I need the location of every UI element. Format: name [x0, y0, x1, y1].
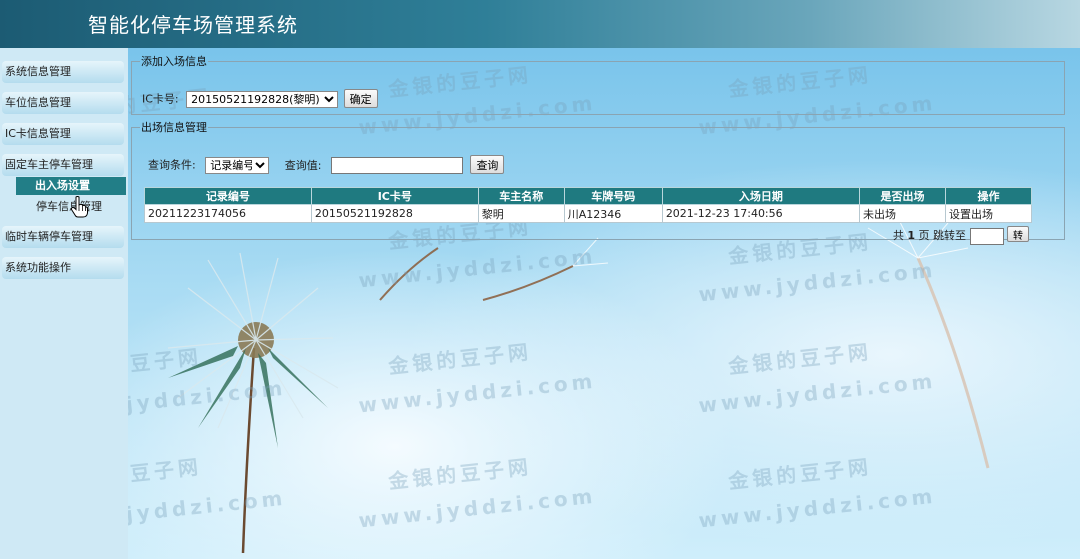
- exit-management-panel: 出场信息管理 查询条件: 记录编号 查询值: 查询 记录编号 IC卡号 车主名称…: [131, 119, 1065, 245]
- column-header: 车牌号码: [563, 187, 663, 205]
- sidebar-item-system-function[interactable]: 系统功能操作: [2, 257, 124, 279]
- owner-name-cell: 黎明: [477, 204, 565, 223]
- go-button[interactable]: 转: [1007, 226, 1029, 242]
- pager-prefix: 共: [892, 229, 904, 242]
- column-header: 操作: [945, 187, 1032, 205]
- ic-card-cell: 20150521192828: [310, 204, 479, 223]
- sidebar-item-parking-space[interactable]: 车位信息管理: [2, 92, 124, 114]
- query-button[interactable]: 查询: [470, 155, 505, 174]
- main-content: 金银的豆子网 金银的豆子网 金银的豆子网 www.jyddzi.com www.…: [128, 48, 1080, 559]
- sidebar-subitem-parking-info[interactable]: 停车信息管理: [36, 198, 102, 216]
- exit-management-legend: 出场信息管理: [141, 121, 207, 134]
- exit-status-cell: 未出场: [859, 204, 946, 223]
- query-condition-select[interactable]: 记录编号: [205, 156, 270, 174]
- sidebar-subitem-entry-exit[interactable]: 出入场设置: [16, 177, 126, 195]
- entry-date-cell: 2021-12-23 17:40:56: [661, 204, 861, 223]
- records-table: 记录编号 IC卡号 车主名称 车牌号码 入场日期 是否出场 操作 2021122…: [144, 187, 1032, 223]
- sidebar-item-system-info[interactable]: 系统信息管理: [2, 61, 124, 83]
- column-header: 车主名称: [477, 187, 565, 205]
- table-row: 20211223174056 20150521192828 黎明 川A12346…: [144, 204, 1032, 223]
- hand-cursor-icon: [70, 196, 88, 218]
- app-title: 智能化停车场管理系统: [88, 13, 298, 37]
- column-header: 是否出场: [859, 187, 946, 205]
- pagination: 共 1 页 跳转至 转: [893, 226, 1029, 245]
- sidebar-item-fixed-owner[interactable]: 固定车主停车管理: [2, 154, 124, 176]
- record-id-cell: 20211223174056: [144, 204, 312, 223]
- plate-number-cell: 川A12346: [563, 204, 663, 223]
- app-header: 智能化停车场管理系统: [0, 0, 1080, 48]
- query-value-input[interactable]: [330, 157, 463, 174]
- confirm-button[interactable]: 确定: [343, 89, 378, 108]
- pager-suffix: 页 跳转至: [918, 229, 967, 242]
- ic-card-select[interactable]: 20150521192828(黎明): [186, 90, 339, 108]
- set-exit-link[interactable]: 设置出场: [945, 204, 1032, 223]
- column-header: 记录编号: [144, 187, 312, 205]
- query-condition-label: 查询条件:: [148, 158, 196, 172]
- add-entry-legend: 添加入场信息: [141, 55, 207, 68]
- page-jump-input[interactable]: [969, 227, 1004, 245]
- add-entry-panel: 添加入场信息 IC卡号: 20150521192828(黎明) 确定: [131, 53, 1065, 115]
- sidebar-item-ic-card[interactable]: IC卡信息管理: [2, 123, 124, 145]
- sidebar: 系统信息管理 车位信息管理 IC卡信息管理 固定车主停车管理 出入场设置 停车信…: [0, 48, 128, 559]
- column-header: 入场日期: [661, 187, 861, 205]
- query-value-label: 查询值:: [284, 158, 322, 172]
- table-header-row: 记录编号 IC卡号 车主名称 车牌号码 入场日期 是否出场 操作: [144, 187, 1032, 205]
- ic-card-label: IC卡号:: [142, 92, 179, 106]
- total-pages: 1: [907, 229, 915, 242]
- sidebar-item-temp-vehicle[interactable]: 临时车辆停车管理: [2, 226, 124, 248]
- column-header: IC卡号: [310, 187, 479, 205]
